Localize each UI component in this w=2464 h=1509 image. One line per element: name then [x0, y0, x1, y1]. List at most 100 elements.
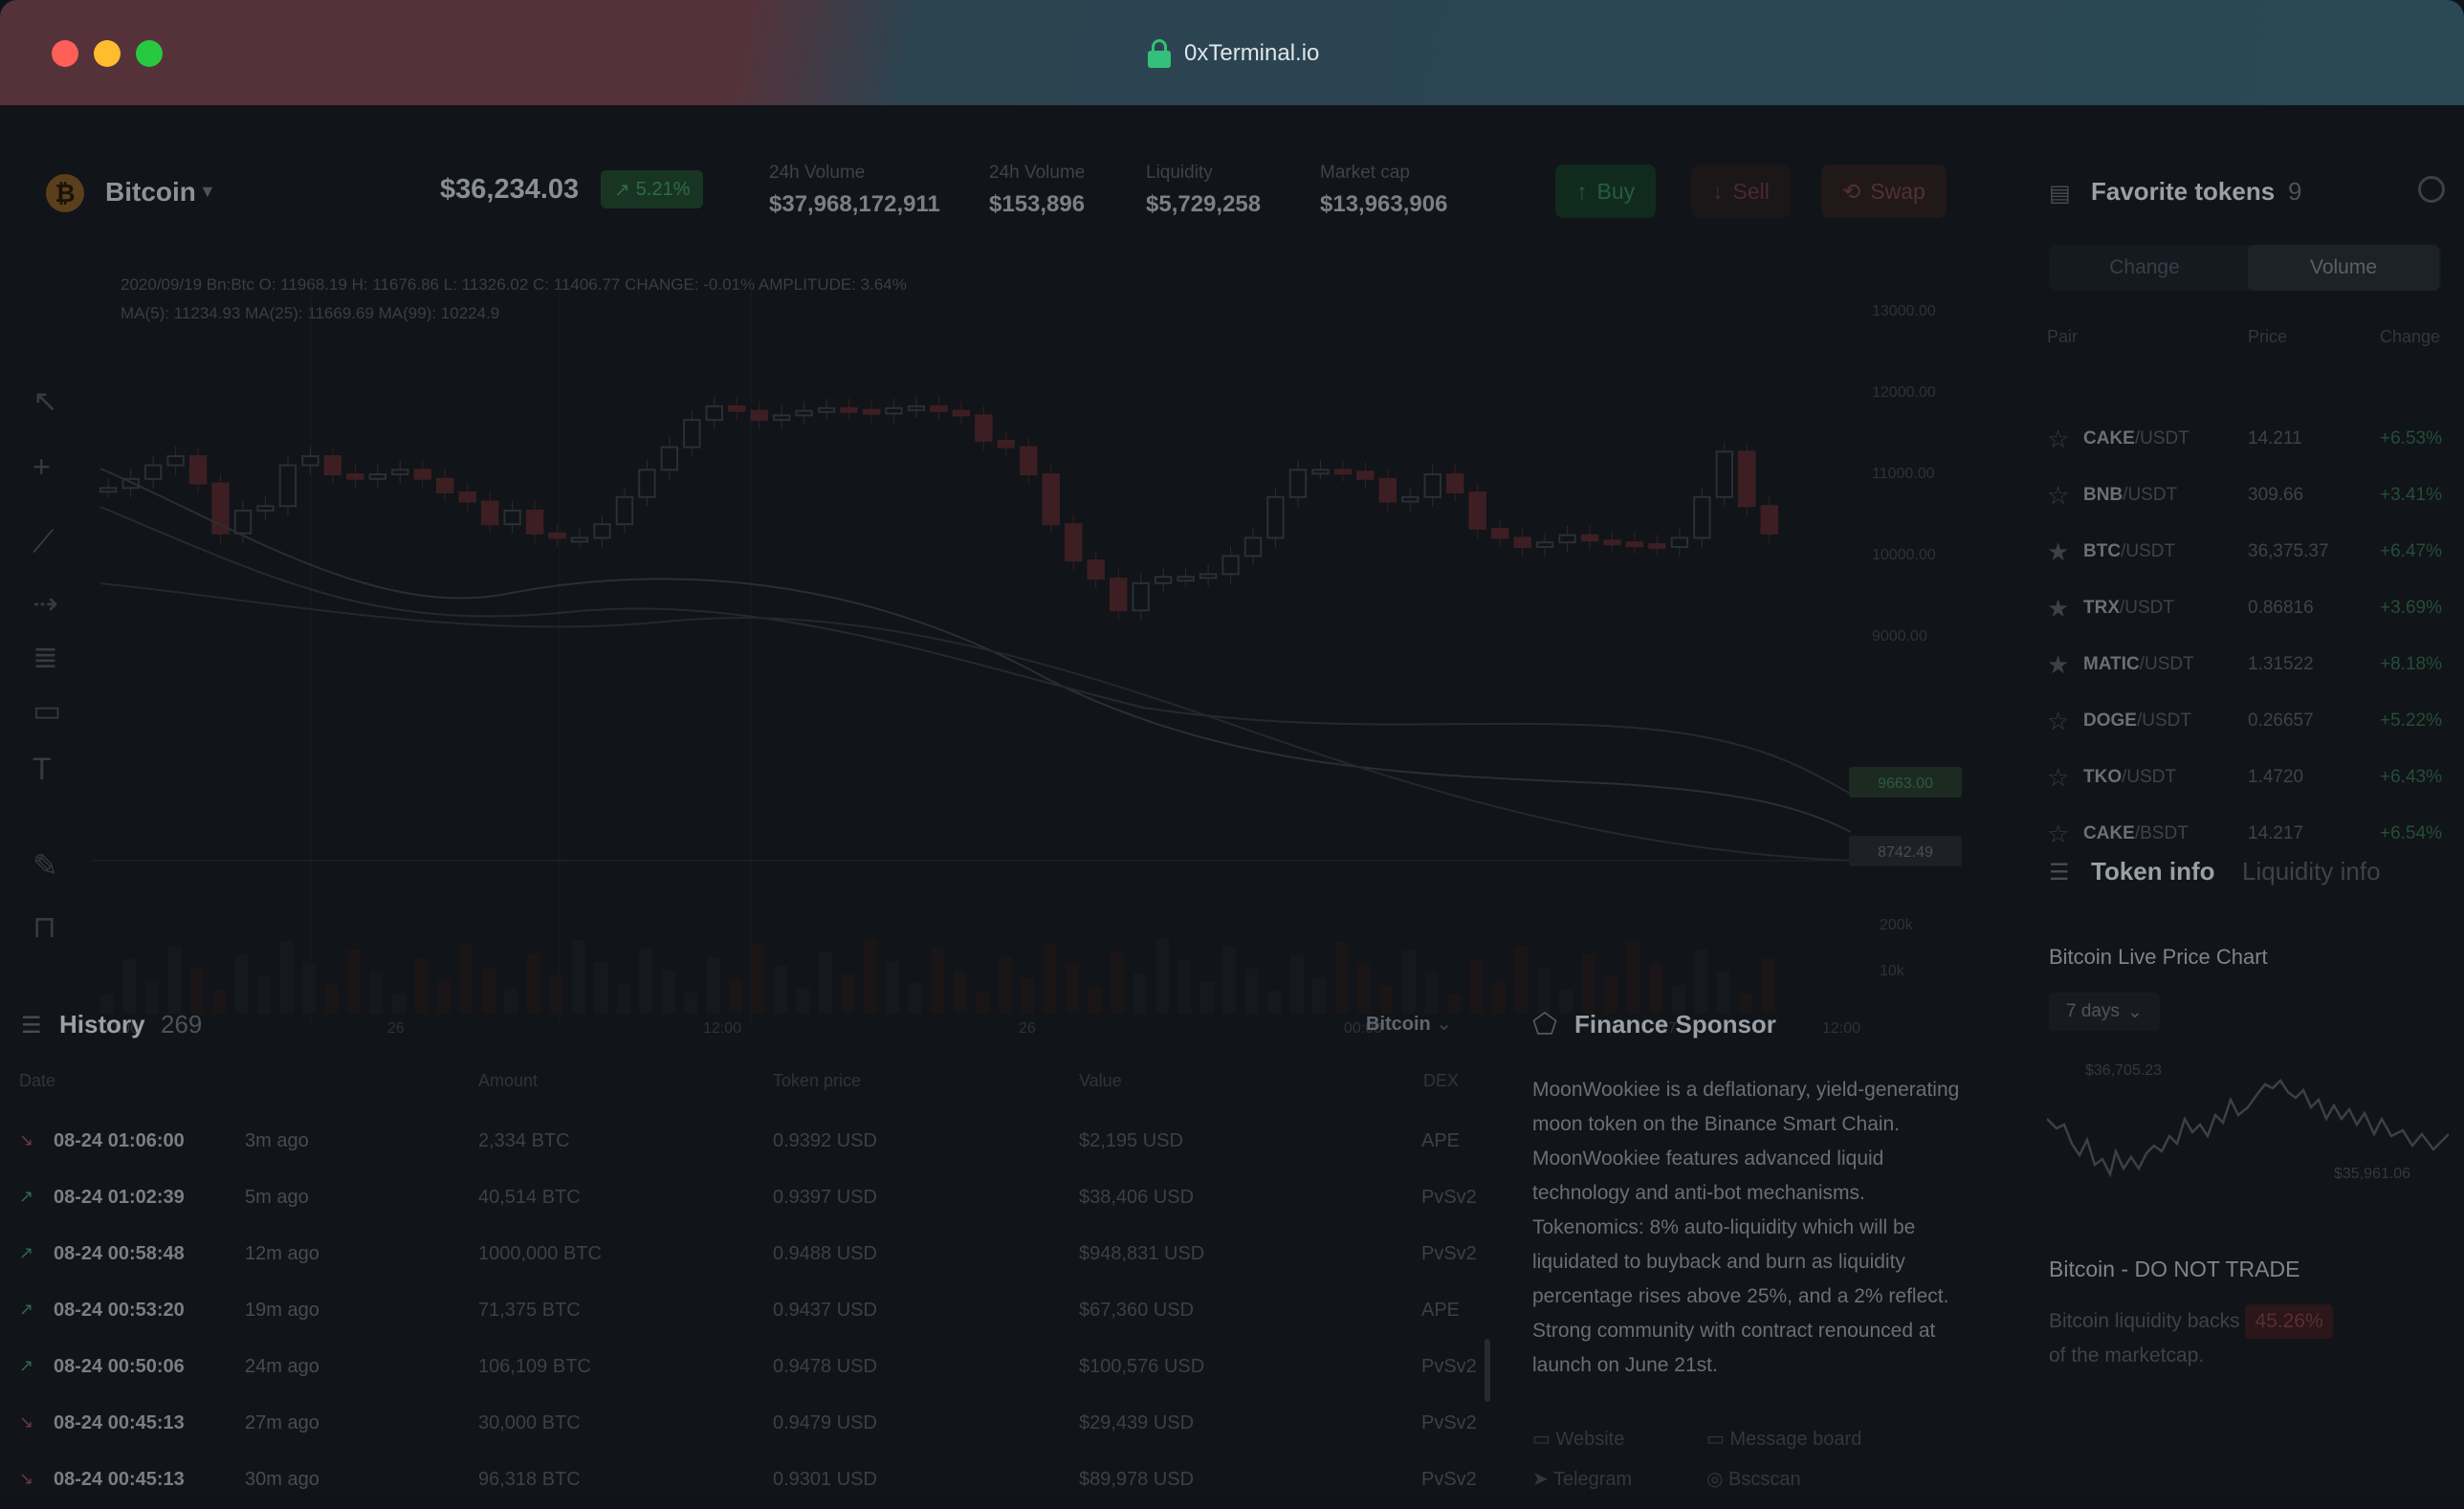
- coin-selector[interactable]: Bitcoin: [105, 177, 196, 208]
- favorite-token-row[interactable]: ☆ DOGE/USDT 0.26657 +5.22%: [2047, 703, 2458, 741]
- crosshair-icon[interactable]: +: [33, 449, 51, 485]
- history-row[interactable]: ↗ 08-24 00:53:20 19m ago 71,375 BTC 0.9437 U…: [0, 1284, 1473, 1340]
- fib-icon[interactable]: ≣: [33, 639, 58, 675]
- candle: [233, 509, 253, 535]
- trend-up-icon: ↗: [19, 1356, 34, 1375]
- volume-bar: [751, 944, 765, 1014]
- bscscan-link[interactable]: ◎ Bscscan: [1706, 1467, 1801, 1491]
- volume-bar: [302, 963, 317, 1014]
- address-bar[interactable]: 0xTerminal.io: [1148, 36, 1319, 71]
- star-icon[interactable]: ☆: [2047, 425, 2069, 454]
- cursor-icon[interactable]: ↖: [33, 383, 58, 419]
- favorite-token-row[interactable]: ☆ CAKE/USDT 14.211 +6.53%: [2047, 421, 2458, 459]
- pair-label: CAKE/BSDT: [2083, 823, 2189, 843]
- volume-bar: [144, 981, 160, 1014]
- text-tool-icon[interactable]: T: [33, 752, 52, 787]
- search-icon[interactable]: [2418, 176, 2445, 203]
- star-icon[interactable]: ☆: [2047, 820, 2069, 849]
- history-scrollbar[interactable]: [1485, 1339, 1490, 1402]
- chevron-down-icon: ⌄: [1436, 1014, 1453, 1035]
- tab-token-info[interactable]: Token info: [2091, 857, 2215, 886]
- trendline-icon[interactable]: ⟋: [33, 524, 54, 560]
- candle: [1065, 523, 1083, 562]
- favorite-token-row[interactable]: ★ BTC/USDT 36,375.37 +6.47%: [2047, 534, 2458, 572]
- star-icon[interactable]: ★: [2047, 537, 2069, 567]
- warning-pct-badge: 45.26%: [2245, 1304, 2333, 1339]
- history-row[interactable]: ↘ 08-24 00:45:13 27m ago 30,000 BTC 0.9479 U…: [0, 1397, 1477, 1453]
- candle: [1490, 527, 1509, 539]
- candle: [548, 532, 566, 539]
- history-filter[interactable]: Bitcoin ⌄: [1366, 1012, 1452, 1036]
- history-row[interactable]: ↘ 08-24 00:45:13 30m ago 96,318 BTC 0.9301 U…: [0, 1454, 1477, 1509]
- tab-change[interactable]: Change: [2049, 245, 2240, 291]
- range-select[interactable]: 7 days ⌄: [2049, 993, 2160, 1031]
- swap-button[interactable]: ⟲ Swap: [1821, 164, 1947, 218]
- chevron-down-icon[interactable]: ▼: [199, 182, 216, 202]
- volume-bar: [796, 988, 810, 1014]
- volume-bar: [1043, 943, 1057, 1014]
- favorite-token-row[interactable]: ☆ CAKE/BSDT 14.217 +6.54%: [2047, 816, 2458, 854]
- star-icon[interactable]: ☆: [2047, 707, 2069, 736]
- history-row[interactable]: ↗ 08-24 00:58:48 12m ago 1000,000 BTC 0.9488…: [0, 1228, 1477, 1283]
- tab-liquidity-info[interactable]: Liquidity info: [2242, 857, 2381, 886]
- tx-dex: PvSv2: [1421, 1356, 1477, 1377]
- favorite-token-row[interactable]: ★ TRX/USDT 0.86816 +3.69%: [2047, 590, 2458, 628]
- candle: [1580, 534, 1599, 542]
- favorite-token-row[interactable]: ☆ TKO/USDT 1.4720 +6.43%: [2047, 759, 2458, 798]
- brush-icon[interactable]: ✎: [33, 847, 58, 884]
- tx-token-price: 0.9397 USD: [773, 1187, 877, 1208]
- volume-bar: [1199, 982, 1214, 1014]
- pair-change: +3.69%: [2380, 598, 2442, 618]
- history-row[interactable]: ↗ 08-24 00:50:06 24m ago 106,109 BTC 0.9478 …: [0, 1341, 1477, 1396]
- trend-down-icon: ↘: [19, 1130, 34, 1149]
- tx-dex: PvSv2: [1421, 1469, 1477, 1490]
- token-header: ₿ Bitcoin ▼ $36,234.03 ↗ 5.21% 24h Volume…: [0, 105, 1990, 277]
- pair-label: CAKE/USDT: [2083, 428, 2189, 448]
- tx-date: 08-24 01:02:39: [54, 1187, 185, 1208]
- candle: [256, 505, 275, 512]
- star-icon[interactable]: ★: [2047, 594, 2069, 623]
- volume-bar: [1312, 977, 1327, 1014]
- trend-up-icon: ↗: [614, 179, 630, 201]
- tab-volume[interactable]: Volume: [2248, 245, 2439, 291]
- tx-value: $100,576 USD: [1079, 1356, 1205, 1377]
- candlestick-chart[interactable]: 13000.00 12000.00 11000.00 10000.00 9000.00 2…: [91, 277, 1985, 1042]
- favorite-token-row[interactable]: ☆ BNB/USDT 309.66 +3.41%: [2047, 477, 2458, 515]
- star-icon[interactable]: ★: [2047, 650, 2069, 680]
- star-icon[interactable]: ☆: [2047, 763, 2069, 793]
- tx-age: 12m ago: [245, 1243, 319, 1264]
- arrow-tool-icon[interactable]: ⇢: [33, 585, 58, 622]
- message-board-link[interactable]: ▭ Message board: [1706, 1427, 1861, 1451]
- star-icon[interactable]: ☆: [2047, 481, 2069, 511]
- tx-amount: 40,514 BTC: [478, 1187, 581, 1208]
- buy-button[interactable]: ↑ Buy: [1555, 164, 1657, 218]
- sell-button[interactable]: ↓ Sell: [1691, 164, 1791, 218]
- warning-text-1: Bitcoin liquidity backs: [2049, 1310, 2240, 1332]
- candle: [705, 405, 724, 422]
- candle: [1177, 576, 1195, 582]
- maximize-window-button[interactable]: [136, 40, 163, 67]
- volume-bar: [1334, 942, 1349, 1014]
- history-row[interactable]: ↗ 08-24 01:02:39 5m ago 40,514 BTC 0.9397 US…: [0, 1171, 1477, 1227]
- website-link[interactable]: ▭ Website: [1532, 1427, 1624, 1451]
- warning-title: Bitcoin - DO NOT TRADE: [2049, 1257, 2300, 1281]
- candle: [1446, 473, 1464, 494]
- pair-label: MATIC/USDT: [2083, 654, 2194, 674]
- price-tick-label: 11000.00: [1872, 466, 1935, 482]
- col-pair: Pair: [2047, 327, 2079, 346]
- favorite-token-row[interactable]: ★ MATIC/USDT 1.31522 +8.18%: [2047, 646, 2458, 685]
- tx-date: 08-24 00:58:48: [54, 1243, 185, 1264]
- bscscan-icon: ◎: [1706, 1469, 1729, 1490]
- volume-bar: [616, 984, 630, 1014]
- candle: [660, 446, 679, 471]
- stat-label: 24h Volume: [769, 163, 866, 183]
- stat-label: Market cap: [1320, 163, 1410, 183]
- volume-bar: [863, 939, 877, 1014]
- close-window-button[interactable]: [52, 40, 78, 67]
- lock-drawings-icon[interactable]: ⊓: [33, 908, 56, 945]
- history-row[interactable]: ↘ 08-24 01:06:00 3m ago 2,334 BTC 0.9392 USD…: [0, 1115, 1473, 1170]
- minimize-window-button[interactable]: [94, 40, 121, 67]
- rectangle-icon[interactable]: ▭: [33, 692, 61, 729]
- telegram-link[interactable]: ➤ Telegram: [1532, 1467, 1632, 1491]
- volume-bar: [1469, 959, 1484, 1014]
